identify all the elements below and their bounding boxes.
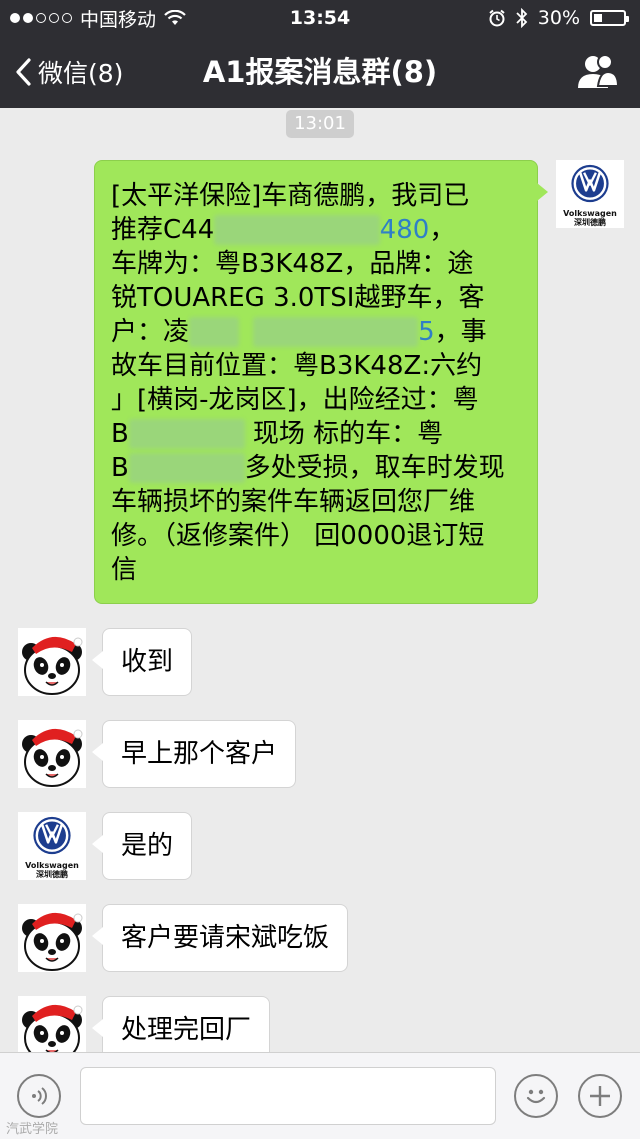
msg-line: 推荐C440000000000480， <box>111 213 523 247</box>
panda-avatar[interactable] <box>18 996 86 1052</box>
msg-text: 推荐C44 <box>111 215 215 245</box>
panda-icon <box>18 628 86 696</box>
bluetooth-icon <box>516 8 528 28</box>
message-text: 处理完回厂 <box>121 1015 252 1045</box>
vw-dealer-text: 深圳德鹏 <box>574 218 606 227</box>
vw-avatar[interactable]: Volkswagen 深圳德鹏 <box>18 812 86 880</box>
vw-brand-text: Volkswagen <box>563 209 617 218</box>
plus-sign-icon <box>590 1086 610 1106</box>
vw-brand-text: Volkswagen <box>25 861 79 870</box>
msg-text: ， <box>429 215 456 245</box>
incoming-message-bubble[interactable]: 是的 <box>91 812 193 880</box>
message-input[interactable] <box>80 1067 496 1125</box>
msg-line: 修。（返修案件） 回0000退订短 <box>111 521 485 551</box>
chat-area[interactable]: 13:01 [太平洋保险]车商德鹏，我司已 推荐C440000000000480… <box>0 108 640 1052</box>
alarm-icon <box>489 9 505 27</box>
incoming-message-bubble[interactable]: 客户要请宋斌吃饭 <box>91 904 349 972</box>
msg-line: 车辆损坏的案件车辆返回您厂维 <box>111 487 476 517</box>
panda-avatar[interactable] <box>18 720 86 788</box>
msg-text: 现场 标的车：粤 <box>244 419 444 449</box>
smiley-face-icon <box>526 1089 546 1104</box>
msg-text: B <box>111 453 129 483</box>
msg-line: 车牌为：粤B3K48Z，品牌：途 <box>111 249 474 279</box>
nav-bar: 微信(8) A1报案消息群(8) <box>0 36 640 108</box>
message-text: 客户要请宋斌吃饭 <box>121 923 330 953</box>
message-text: 早上那个客户 <box>121 739 278 769</box>
panda-avatar[interactable] <box>18 904 86 972</box>
status-bar: 中国移动 13:54 30% <box>0 0 640 36</box>
msg-line: 户：凌00000000000005，事 <box>111 315 523 349</box>
message-text: 是的 <box>121 831 174 861</box>
msg-line: 信 <box>111 555 138 585</box>
voice-wave-icon <box>32 1087 47 1105</box>
redacted-plate: 0000000 <box>128 419 245 449</box>
vw-avatar[interactable]: Volkswagen 深圳德鹏 <box>556 160 624 228</box>
vw-logo-icon <box>570 163 610 204</box>
redacted-phone: 0000000000 <box>252 317 419 347</box>
vw-logo-icon <box>32 815 72 856</box>
redacted-number: 0000000000 <box>214 215 380 245</box>
watermark: 汽武学院 <box>6 1122 59 1137</box>
redacted-plate: 0000000 <box>128 453 245 483</box>
panda-icon <box>18 720 86 788</box>
msg-line: [太平洋保险]车商德鹏，我司已 <box>111 181 470 211</box>
msg-line: 」[横岗-龙岗区]，出险经过：粤 <box>111 385 479 415</box>
msg-text: ，事 <box>434 317 487 347</box>
voice-icon[interactable] <box>17 1074 61 1118</box>
incoming-message-bubble[interactable]: 早上那个客户 <box>91 720 297 788</box>
battery-percent: 30% <box>537 7 580 29</box>
group-people-icon[interactable] <box>576 52 620 92</box>
battery-icon <box>590 10 629 26</box>
message-timestamp: 13:01 <box>286 110 354 138</box>
input-bar: 汽武学院 <box>0 1052 640 1139</box>
msg-line: 故车目前位置：粤B3K48Z:六约 <box>111 351 483 381</box>
phone-link[interactable]: 480 <box>380 215 430 245</box>
panda-avatar[interactable] <box>18 628 86 696</box>
plus-icon[interactable] <box>578 1074 622 1118</box>
message-text: 收到 <box>121 647 174 677</box>
msg-text: 多处受损，取车时发现 <box>244 453 505 483</box>
phone-link[interactable]: 5 <box>418 317 435 347</box>
emoji-icon[interactable] <box>514 1074 558 1118</box>
incoming-message-bubble[interactable]: 收到 <box>91 628 193 696</box>
redacted-name: 000 <box>189 317 239 347</box>
back-button[interactable]: 微信(8) <box>14 36 123 108</box>
chevron-left-icon <box>16 58 31 86</box>
vw-dealer-text: 深圳德鹏 <box>36 870 68 879</box>
msg-text: B <box>111 419 129 449</box>
back-label: 微信(8) <box>38 59 124 88</box>
msg-text: 户：凌 <box>111 317 190 347</box>
msg-line: B0000000 现场 标的车：粤 <box>111 417 523 451</box>
msg-line: B0000000多处受损，取车时发现 <box>111 451 523 485</box>
outgoing-message-bubble[interactable]: [太平洋保险]车商德鹏，我司已 推荐C440000000000480， 车牌为：… <box>94 160 548 604</box>
msg-line: 锐TOUAREG 3.0TSI越野车，客 <box>111 283 485 313</box>
panda-icon <box>18 996 86 1052</box>
panda-icon <box>18 904 86 972</box>
incoming-message-bubble[interactable]: 处理完回厂 <box>91 996 271 1052</box>
status-right: 30% <box>488 0 629 36</box>
